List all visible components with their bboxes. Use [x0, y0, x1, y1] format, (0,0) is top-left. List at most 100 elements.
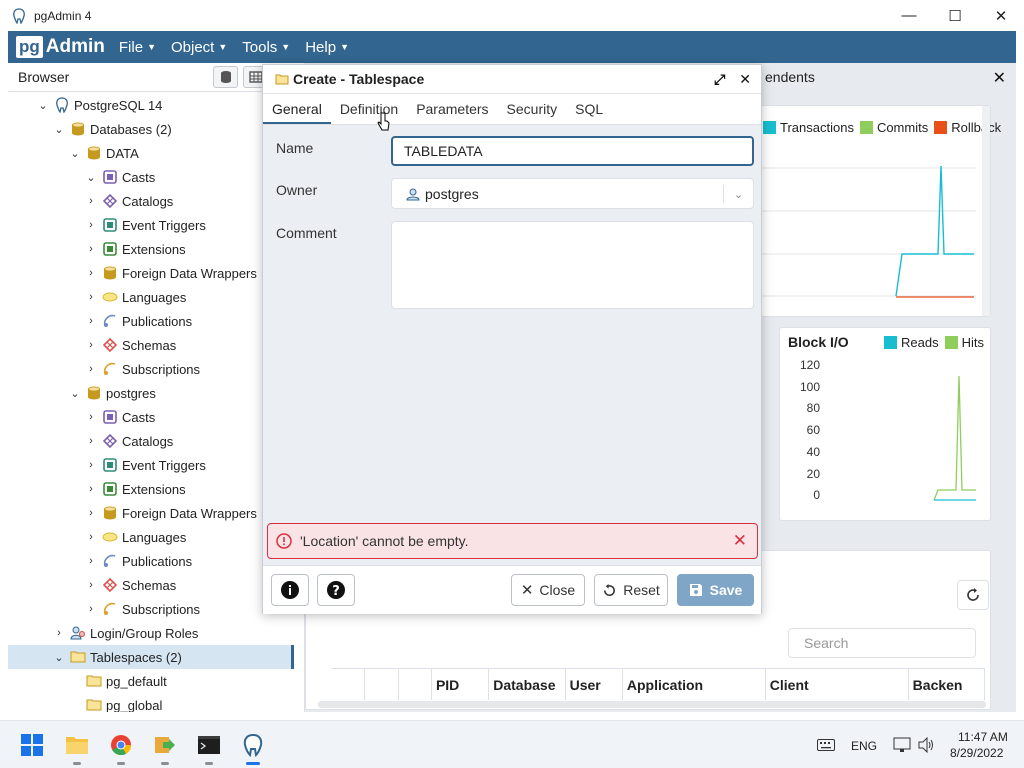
- expand-icon[interactable]: ⤢: [714, 71, 725, 88]
- tree-node[interactable]: › Extensions: [84, 477, 185, 501]
- pgadmin-taskbar-button[interactable]: [241, 733, 265, 757]
- close-dialog-icon[interactable]: ✕: [739, 71, 751, 88]
- tab-general[interactable]: General: [263, 94, 331, 124]
- chevron-right-icon[interactable]: ›: [84, 315, 98, 327]
- chevron-right-icon[interactable]: ›: [84, 459, 98, 471]
- tree-node[interactable]: › Publications: [84, 309, 192, 333]
- sessions-search-input[interactable]: Search: [788, 628, 976, 658]
- start-button[interactable]: [20, 733, 44, 757]
- sessions-scrollbar[interactable]: [318, 701, 986, 708]
- chevron-down-icon[interactable]: ⌄: [36, 99, 50, 112]
- comment-textarea[interactable]: [391, 221, 754, 309]
- info-button[interactable]: [271, 574, 309, 606]
- tab-definition[interactable]: Definition: [331, 94, 407, 124]
- clock-date[interactable]: 8/29/2022: [950, 746, 1003, 760]
- maximize-button[interactable]: ☐: [932, 0, 978, 31]
- tab-sql[interactable]: SQL: [566, 94, 612, 124]
- owner-select[interactable]: postgres ⌄: [391, 178, 754, 209]
- chevron-right-icon[interactable]: ›: [84, 531, 98, 543]
- tab-parameters[interactable]: Parameters: [407, 94, 497, 124]
- chevron-right-icon[interactable]: ›: [84, 291, 98, 303]
- name-input[interactable]: TABLEDATA: [391, 136, 754, 166]
- table-header-cell[interactable]: Application: [623, 669, 766, 700]
- menu-help[interactable]: Help ▼: [305, 39, 349, 56]
- chevron-down-icon[interactable]: ⌄: [68, 147, 82, 160]
- chevron-right-icon[interactable]: ›: [84, 411, 98, 423]
- tree-node[interactable]: pg_global: [68, 693, 162, 712]
- chevron-right-icon[interactable]: ›: [84, 555, 98, 567]
- table-header-cell[interactable]: Backen: [909, 669, 985, 700]
- help-button[interactable]: ?: [317, 574, 355, 606]
- language-indicator[interactable]: ENG: [851, 739, 877, 753]
- chevron-down-icon[interactable]: ⌄: [52, 651, 66, 664]
- tree-node[interactable]: › Catalogs: [84, 189, 173, 213]
- tree-node[interactable]: › Login/Group Roles: [52, 621, 198, 645]
- clock-time[interactable]: 11:47 AM: [958, 730, 1008, 744]
- tree-node[interactable]: › Extensions: [84, 237, 185, 261]
- chevron-right-icon[interactable]: ›: [84, 507, 98, 519]
- chevron-right-icon[interactable]: ›: [84, 579, 98, 591]
- chevron-right-icon[interactable]: ›: [84, 243, 98, 255]
- tree-node[interactable]: ⌄ DATA: [68, 141, 138, 165]
- chevron-right-icon[interactable]: ›: [84, 603, 98, 615]
- terminal-button[interactable]: [197, 733, 221, 757]
- reset-button[interactable]: Reset: [594, 574, 668, 606]
- keyboard-button[interactable]: [814, 733, 838, 757]
- tree-node[interactable]: › Subscriptions: [84, 357, 200, 381]
- tree-node[interactable]: ⌄ Tablespaces (2): [8, 645, 294, 669]
- tree-node[interactable]: ⌄ postgres: [68, 381, 156, 405]
- tree-node[interactable]: › Schemas: [84, 573, 176, 597]
- table-header-cell[interactable]: Database: [489, 669, 566, 700]
- tree-node[interactable]: pg_default: [68, 669, 167, 693]
- table-header-cell[interactable]: Client: [766, 669, 909, 700]
- chevron-right-icon[interactable]: ›: [84, 483, 98, 495]
- chevron-down-icon[interactable]: ⌄: [68, 387, 82, 400]
- tree-node[interactable]: ⌄ Databases (2): [52, 117, 171, 141]
- chevron-right-icon[interactable]: ›: [84, 339, 98, 351]
- tree-node[interactable]: › Languages: [84, 285, 186, 309]
- chevron-down-icon[interactable]: ⌄: [84, 171, 98, 184]
- tree-node[interactable]: ⌄ Casts: [84, 165, 155, 189]
- menu-tools[interactable]: Tools ▼: [242, 39, 290, 56]
- chevron-right-icon[interactable]: ›: [84, 435, 98, 447]
- dismiss-error-icon[interactable]: ✕: [733, 531, 747, 551]
- tree-node[interactable]: ⌄ PostgreSQL 14: [36, 93, 162, 117]
- chevron-right-icon[interactable]: ›: [84, 363, 98, 375]
- tree-node-label: Event Triggers: [122, 217, 206, 233]
- tab-dependents[interactable]: endents: [765, 63, 815, 92]
- refresh-button[interactable]: [957, 580, 989, 610]
- tree-node[interactable]: › Catalogs: [84, 429, 173, 453]
- minimize-button[interactable]: —: [886, 0, 932, 31]
- table-header-cell[interactable]: User: [566, 669, 623, 700]
- chevron-right-icon[interactable]: ›: [52, 627, 66, 639]
- tree-node-label: postgres: [106, 385, 156, 401]
- chevron-right-icon[interactable]: ›: [84, 219, 98, 231]
- tree-node[interactable]: › Casts: [84, 405, 155, 429]
- tree-node[interactable]: › Schemas: [84, 333, 176, 357]
- app-button[interactable]: [153, 733, 177, 757]
- tab-security[interactable]: Security: [498, 94, 567, 124]
- close-button[interactable]: ✕ Close: [511, 574, 585, 606]
- chevron-down-icon[interactable]: ⌄: [52, 123, 66, 136]
- chevron-right-icon[interactable]: ›: [84, 195, 98, 207]
- tree-node[interactable]: › Languages: [84, 525, 186, 549]
- file-explorer-button[interactable]: [65, 733, 89, 757]
- volume-button[interactable]: [914, 733, 938, 757]
- save-button[interactable]: Save: [677, 574, 754, 606]
- menu-file[interactable]: File ▼: [119, 39, 156, 56]
- tree-node[interactable]: › Foreign Data Wrappers: [84, 261, 257, 285]
- tree-node[interactable]: › Event Triggers: [84, 213, 206, 237]
- table-header-cell[interactable]: PID: [432, 669, 490, 700]
- query-tool-button[interactable]: [213, 66, 238, 88]
- menu-object[interactable]: Object ▼: [171, 39, 227, 56]
- close-window-button[interactable]: ✕: [978, 0, 1024, 31]
- tree-node[interactable]: › Event Triggers: [84, 453, 206, 477]
- network-button[interactable]: [890, 733, 914, 757]
- chevron-right-icon[interactable]: ›: [84, 267, 98, 279]
- close-panel-icon[interactable]: ✕: [993, 68, 1006, 88]
- tree-node[interactable]: › Subscriptions: [84, 597, 200, 621]
- chrome-button[interactable]: [109, 733, 133, 757]
- chart-scrollbar[interactable]: [982, 106, 990, 316]
- tree-node[interactable]: › Foreign Data Wrappers: [84, 501, 257, 525]
- tree-node[interactable]: › Publications: [84, 549, 192, 573]
